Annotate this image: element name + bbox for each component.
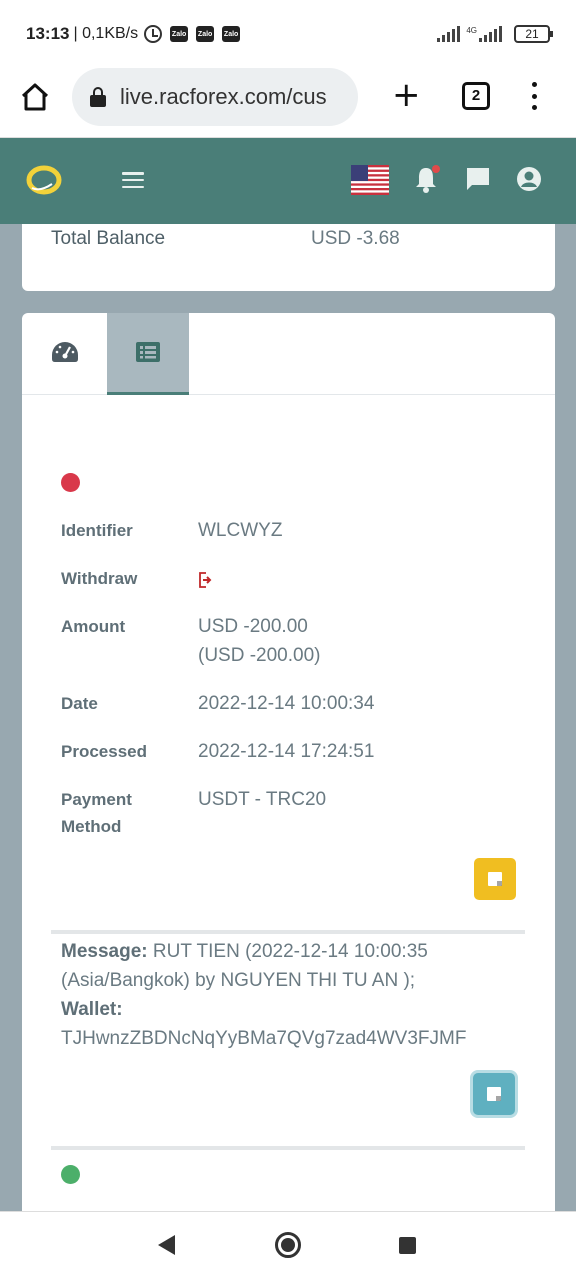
zalo-notification-icon: Zalo bbox=[222, 26, 241, 42]
payment-method-label-line2: Method bbox=[61, 817, 122, 836]
message-label: Message: bbox=[61, 941, 148, 962]
battery-icon: 21 bbox=[514, 25, 553, 43]
dashboard-gauge-icon bbox=[52, 342, 78, 362]
identifier-label: Identifier bbox=[61, 521, 133, 540]
total-balance-label: Total Balance bbox=[51, 228, 166, 249]
payment-method-label-line1: Payment bbox=[61, 790, 132, 809]
lock-icon bbox=[90, 87, 106, 107]
user-account-icon[interactable] bbox=[517, 167, 541, 191]
list-icon bbox=[136, 342, 160, 362]
processed-value: 2022-12-14 17:24:51 bbox=[198, 741, 375, 762]
zalo-notification-icon: Zalo bbox=[196, 26, 215, 42]
tab-switcher-button[interactable]: 2 bbox=[462, 82, 490, 110]
alarm-icon bbox=[144, 25, 163, 43]
withdraw-icon bbox=[199, 572, 212, 588]
app-header bbox=[0, 138, 576, 224]
amount-converted-value: (USD -200.00) bbox=[198, 645, 321, 666]
message-note-button[interactable] bbox=[473, 1073, 515, 1115]
brand-logo-icon[interactable] bbox=[26, 162, 62, 198]
url-text: live.racforex.com/cus bbox=[120, 84, 327, 109]
amount-label: Amount bbox=[61, 617, 126, 636]
balance-card: Total Balance USD -3.68 bbox=[22, 224, 555, 291]
network-speed: | 0,1KB/s bbox=[73, 25, 139, 42]
new-tab-button[interactable]: + bbox=[392, 78, 421, 112]
transactions-card: Identifier WLCWYZ Withdraw Amount USD -2… bbox=[22, 313, 555, 1233]
home-circle-icon[interactable] bbox=[275, 1232, 301, 1258]
amount-value: USD -200.00 bbox=[198, 616, 308, 637]
status-dot-success bbox=[61, 1165, 80, 1184]
zalo-notification-icon: Zalo bbox=[170, 26, 189, 42]
url-bar[interactable]: live.racforex.com/cus bbox=[72, 68, 358, 126]
network-type: 4G bbox=[466, 25, 477, 35]
browser-menu-icon[interactable] bbox=[531, 82, 537, 110]
status-dot-failed bbox=[61, 473, 80, 492]
total-balance-value: USD -3.68 bbox=[311, 228, 400, 249]
tab-dashboard[interactable] bbox=[22, 313, 107, 395]
identifier-value: WLCWYZ bbox=[198, 520, 283, 541]
sticky-note-icon bbox=[488, 872, 502, 886]
system-nav-bar bbox=[0, 1211, 576, 1280]
wallet-address: TJHwnzZBDNcNqYyBMa7QVg7zad4WV3FJMF bbox=[61, 1028, 467, 1049]
recent-apps-icon[interactable] bbox=[399, 1237, 416, 1254]
wallet-label: Wallet: bbox=[61, 999, 123, 1020]
hamburger-menu-icon[interactable] bbox=[122, 172, 144, 188]
transaction-message: Message: RUT TIEN (2022-12-14 10:00:35 (… bbox=[61, 937, 521, 1053]
home-icon[interactable] bbox=[20, 82, 50, 112]
status-bar: 13:13 | 0,1KB/s Zalo Zalo Zalo 4G 21 bbox=[0, 0, 576, 68]
processed-label: Processed bbox=[61, 742, 147, 761]
chat-icon[interactable] bbox=[466, 167, 490, 191]
sticky-note-icon bbox=[487, 1087, 501, 1101]
note-button[interactable] bbox=[474, 858, 516, 900]
payment-method-value: USDT - TRC20 bbox=[198, 789, 327, 810]
date-label: Date bbox=[61, 694, 98, 713]
type-label: Withdraw bbox=[61, 569, 138, 588]
signal-icon bbox=[437, 26, 461, 42]
divider bbox=[51, 930, 525, 934]
date-value: 2022-12-14 10:00:34 bbox=[198, 693, 375, 714]
bell-icon[interactable] bbox=[414, 164, 440, 194]
tab-list[interactable] bbox=[107, 313, 189, 395]
signal-icon bbox=[479, 26, 502, 42]
us-flag-icon[interactable] bbox=[351, 165, 389, 195]
status-time: 13:13 bbox=[26, 24, 70, 43]
browser-toolbar: live.racforex.com/cus + 2 bbox=[0, 68, 576, 138]
divider bbox=[51, 1146, 525, 1150]
back-icon[interactable] bbox=[158, 1235, 175, 1255]
tab-bar bbox=[22, 313, 555, 395]
